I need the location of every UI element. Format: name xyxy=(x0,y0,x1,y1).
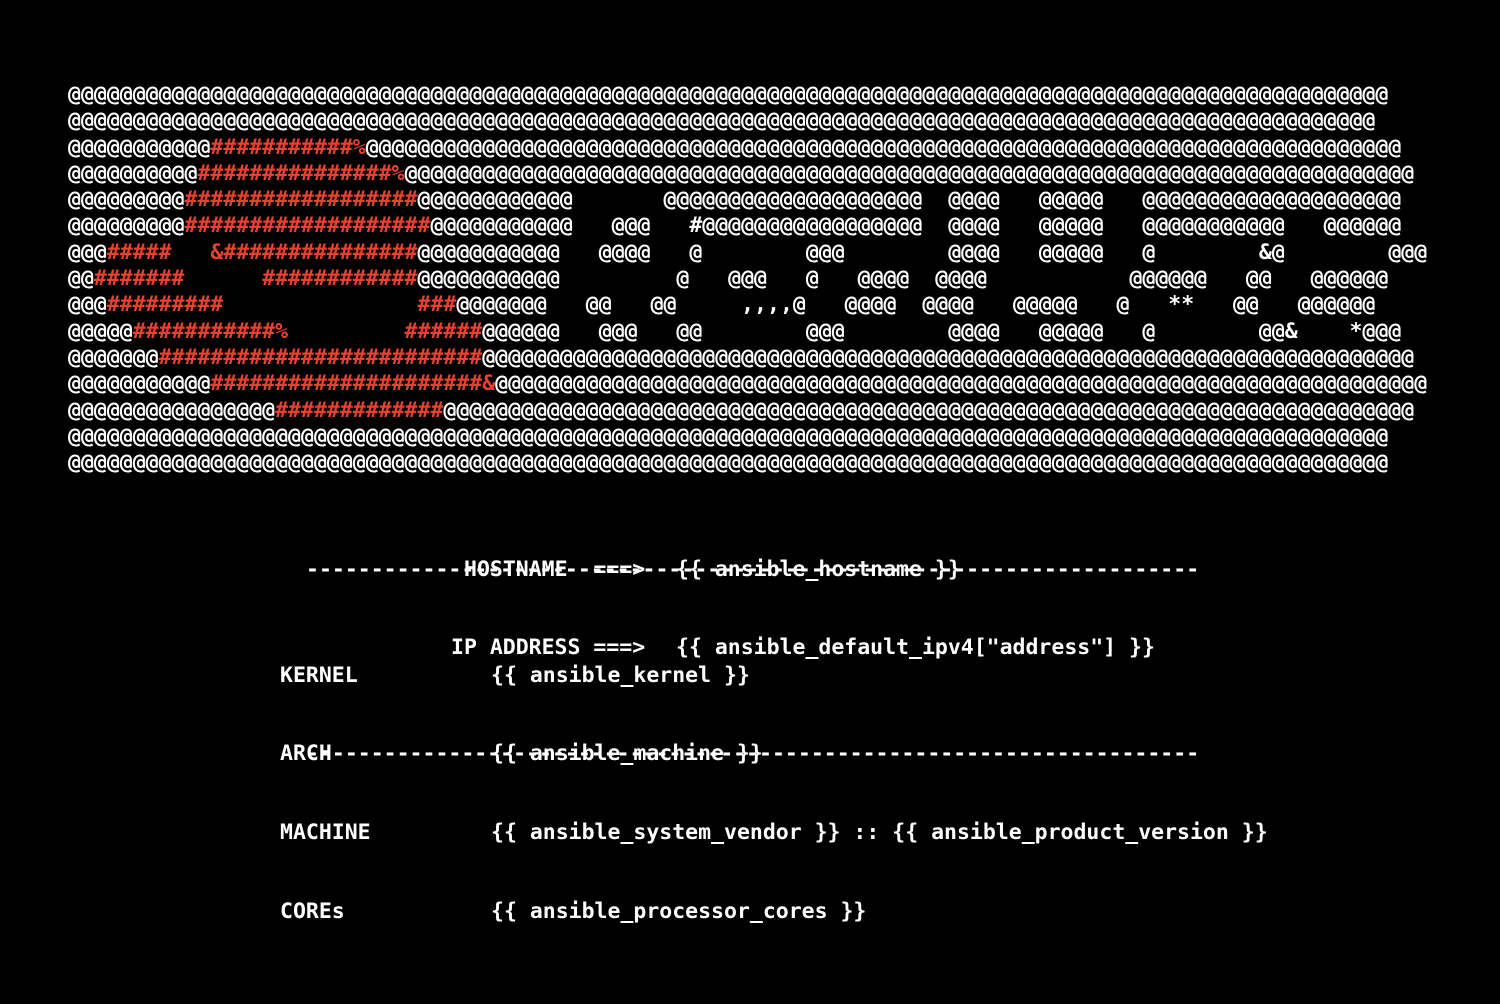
banner-logo-segment: ###########% ###### xyxy=(132,318,483,344)
system-facts: KERNEL {{ ansible_kernel }} ARCH {{ ansi… xyxy=(0,610,1500,978)
banner-fill-segment: @@@@@@@@@@@@@@@@@@@@@@@@@@@@@@@@@@@@@@@@… xyxy=(404,160,1415,186)
banner-fill-segment: @@@@@@@@@@@@@@@@@@@@@@@@@@@@@@@@@@@@@@@@… xyxy=(482,344,1415,370)
banner-logo-segment: ##### &############### xyxy=(106,239,418,265)
banner-logo-segment: ###############% xyxy=(197,160,405,186)
banner-fill-segment: @@@@@@@@@@@@@@@@@@@@@@@@@@@@@@@@@@@@@@@@… xyxy=(365,134,1402,160)
banner-fill-segment: @@@@@@@@@@@@@@@@@@@@@@@@@@@@@@@@@@@@@@@@… xyxy=(68,108,1376,134)
banner-fill-segment: @@@@@@@@@@@@@@@@@@@@@@@@@@@@@@@@@@@@@@@@… xyxy=(68,82,1389,107)
banner-logo-segment: ######################### xyxy=(158,344,483,370)
banner-line: @@@@@@@@@@###############%@@@@@@@@@@@@@@… xyxy=(68,161,1427,187)
banner-line: @@####### ############@@@@@@@@@@@ @ @@@ … xyxy=(68,266,1427,292)
banner-fill-segment: @@@@@@@@@@@ @@@ #@@@@@@@@@@@@@@@@@ @@@@ … xyxy=(430,213,1402,239)
banner-line: @@@@@###########% ######@@@@@@ @@@ @@ @@… xyxy=(68,319,1427,345)
banner-fill-segment: @@@ xyxy=(68,292,107,318)
banner-line: @@@@@@@@@@@@@@@@@@@@@@@@@@@@@@@@@@@@@@@@… xyxy=(68,450,1427,476)
banner-fill-segment: @@@ xyxy=(68,239,107,265)
fact-row-kernel: KERNEL {{ ansible_kernel }} xyxy=(0,663,1500,689)
banner-fill-segment: @@@@@@@ xyxy=(68,344,159,370)
banner-fill-segment: @@@@@@@@@ xyxy=(68,187,185,213)
banner-fill-segment: @@@@@@@@@@@@@@@@@@@@@@@@@@@@@@@@@@@@@@@@… xyxy=(68,450,1389,476)
fact-label: KERNEL xyxy=(280,662,358,688)
banner-line: @@@@@@@@@@@@@@@@#############@@@@@@@@@@@… xyxy=(68,398,1427,424)
banner-line: @@@@@@@@@##################@@@@@@@@@@@@ … xyxy=(68,187,1427,213)
divider-bottom: ----------------------------------------… xyxy=(306,741,1200,766)
banner-fill-segment: @@@@@@@@@@@ xyxy=(68,371,211,397)
banner-fill-segment: @@@@@@@@@ xyxy=(68,213,185,239)
banner-fill-segment: @@@@@@@@@@@ @@@@ @ @@@ @@@@ @@@@@ @ &@ @… xyxy=(417,239,1428,265)
ascii-banner: @@@@@@@@@@@@@@@@@@@@@@@@@@@@@@@@@@@@@@@@… xyxy=(68,82,1427,476)
banner-fill-segment: @@@@@@@@@@@ xyxy=(68,134,211,160)
banner-logo-segment: ############# xyxy=(275,397,444,423)
banner-fill-segment: @@@@@ xyxy=(68,318,133,344)
terminal-window: @@@@@@@@@@@@@@@@@@@@@@@@@@@@@@@@@@@@@@@@… xyxy=(0,0,1500,924)
fact-row-machine: MACHINE {{ ansible_system_vendor }} :: {… xyxy=(0,820,1500,846)
banner-line: @@@@@@@@@@@@@@@@@@@@@@@@@@@@@@@@@@@@@@@@… xyxy=(68,82,1427,108)
banner-fill-segment: @@@@@@@@@@@@ @@@@@@@@@@@@@@@@@@@@ @@@@ @… xyxy=(417,187,1402,213)
banner-logo-segment: #####################& xyxy=(210,371,496,397)
banner-logo-segment: ###########% xyxy=(210,134,366,160)
banner-fill-segment: @@@@@@@@@@@@@@@@ xyxy=(68,397,276,423)
banner-fill-segment: @@@@@@@@@@@ @ @@@ @ @@@@ @@@@ @@@@@@ @@ … xyxy=(417,266,1389,292)
banner-line: @@@@@@@@@@@###########%@@@@@@@@@@@@@@@@@… xyxy=(68,135,1427,161)
fact-value: {{ ansible_processor_cores }} xyxy=(491,899,867,925)
banner-logo-segment: ######### ### xyxy=(106,292,457,318)
banner-line: @@@##### &###############@@@@@@@@@@@ @@@… xyxy=(68,240,1427,266)
banner-fill-segment: @@ xyxy=(68,266,94,292)
banner-line: @@@@@@@@@@@@@@@@@@@@@@@@@@@@@@@@@@@@@@@@… xyxy=(68,424,1427,450)
banner-line: @@@@@@@@@@@@@@@@@@@@@@@@@@@@@@@@@@@@@@@@… xyxy=(68,108,1427,134)
banner-line: @@@@@@@@@@@#####################&@@@@@@@… xyxy=(68,371,1427,397)
banner-logo-segment: ################## xyxy=(184,187,418,213)
fact-label: MACHINE xyxy=(280,820,371,846)
banner-line: @@@@@@@#########################@@@@@@@@… xyxy=(68,345,1427,371)
banner-logo-segment: ################### xyxy=(184,213,431,239)
banner-logo-segment: ####### ############ xyxy=(93,266,418,292)
banner-fill-segment: @@@@@@@@@@@@@@@@@@@@@@@@@@@@@@@@@@@@@@@@… xyxy=(495,371,1428,397)
banner-line: @@@######### ###@@@@@@@ @@ @@ ,,,,@ @@@@… xyxy=(68,292,1427,318)
banner-line: @@@@@@@@@###################@@@@@@@@@@@ … xyxy=(68,213,1427,239)
fact-value: {{ ansible_system_vendor }} :: {{ ansibl… xyxy=(491,820,1268,846)
fact-value: {{ ansible_kernel }} xyxy=(491,662,750,688)
banner-fill-segment: @@@@@@@@@@@@@@@@@@@@@@@@@@@@@@@@@@@@@@@@… xyxy=(68,423,1389,449)
banner-fill-segment: @@@@@@@@@@@@@@@@@@@@@@@@@@@@@@@@@@@@@@@@… xyxy=(443,397,1415,423)
banner-fill-segment: @@@@@@@@@@ xyxy=(68,160,198,186)
banner-fill-segment: @@@@@@@ @@ @@ ,,,,@ @@@@ @@@@ @@@@@ @ **… xyxy=(456,292,1376,318)
banner-fill-segment: @@@@@@ @@@ @@ @@@ @@@@ @@@@@ @ @@& *@@@ xyxy=(482,318,1402,344)
fact-label: COREs xyxy=(280,899,345,925)
divider-top: ----------------------------------------… xyxy=(306,557,1200,582)
fact-row-cores: COREs {{ ansible_processor_cores }} xyxy=(0,899,1500,925)
